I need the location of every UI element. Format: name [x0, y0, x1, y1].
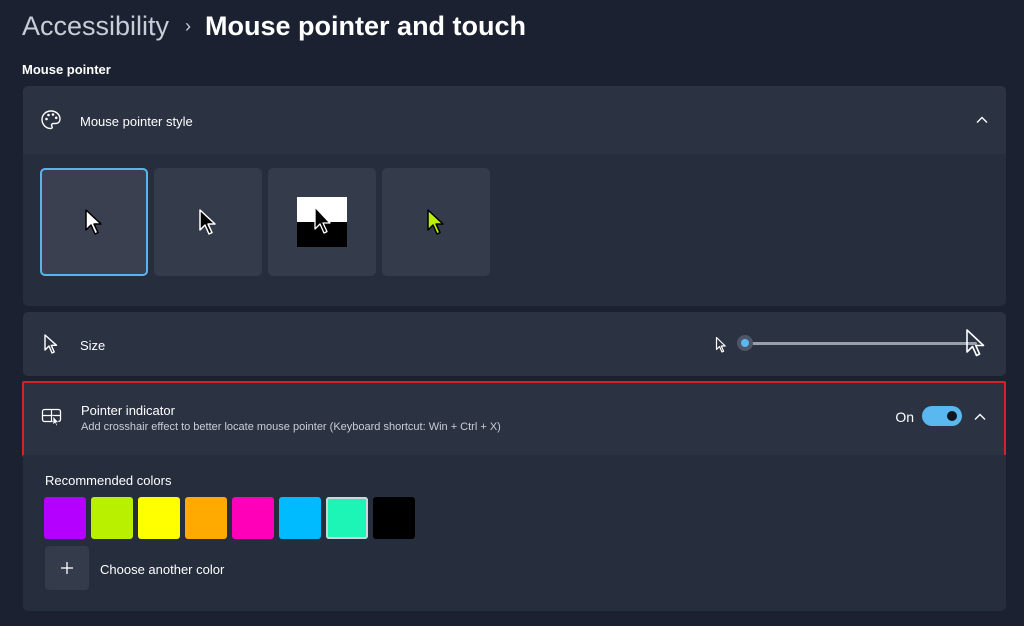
choose-another-color-label[interactable]: Choose another color	[100, 562, 224, 577]
color-swatch[interactable]	[326, 497, 368, 539]
pointer-indicator-description: Add crosshair effect to better locate mo…	[81, 421, 501, 433]
pointer-style-inverted[interactable]	[268, 168, 376, 276]
slider-track	[745, 342, 977, 345]
mouse-pointer-style-label: Mouse pointer style	[80, 114, 193, 129]
breadcrumb-accessibility-link[interactable]: Accessibility	[22, 11, 169, 42]
size-label: Size	[80, 338, 106, 353]
palette-icon	[39, 108, 63, 132]
section-title-mouse-pointer: Mouse pointer	[22, 62, 111, 77]
color-swatch[interactable]	[91, 497, 133, 539]
toggle-knob	[947, 411, 957, 421]
pointer-style-white[interactable]	[40, 168, 148, 276]
white-pointer-icon	[85, 209, 102, 235]
color-swatch[interactable]	[44, 497, 86, 539]
color-swatch[interactable]	[373, 497, 415, 539]
pointer-style-black[interactable]	[154, 168, 262, 276]
slider-thumb[interactable]	[737, 335, 753, 351]
pointer-indicator-label: Pointer indicator	[81, 403, 175, 418]
color-swatch[interactable]	[232, 497, 274, 539]
pointer-style-custom[interactable]	[382, 168, 490, 276]
size-card: Size	[23, 312, 1006, 376]
pointer-outline-icon	[39, 332, 63, 356]
black-pointer-icon	[199, 209, 216, 235]
pointer-indicator-toggle[interactable]	[922, 406, 962, 426]
toggle-state-label: On	[895, 409, 914, 425]
recommended-colors-panel: Recommended colors Choose another color	[23, 455, 1006, 611]
color-swatch[interactable]	[279, 497, 321, 539]
mouse-pointer-style-card: Mouse pointer style	[23, 86, 1006, 306]
inverted-pointer-icon	[297, 197, 347, 247]
chevron-up-icon[interactable]	[972, 110, 992, 130]
chevron-up-icon[interactable]	[970, 407, 990, 427]
mouse-pointer-style-header[interactable]: Mouse pointer style	[23, 86, 1006, 154]
color-swatches	[44, 497, 415, 539]
choose-color-button[interactable]	[45, 546, 89, 590]
plus-icon	[61, 562, 73, 574]
pointer-indicator-icon	[40, 405, 64, 429]
small-pointer-icon	[715, 336, 727, 359]
breadcrumb: Accessibility › Mouse pointer and touch	[22, 6, 526, 46]
recommended-colors-title: Recommended colors	[45, 473, 172, 488]
page-title: Mouse pointer and touch	[205, 10, 527, 41]
breadcrumb-separator: ›	[185, 15, 192, 36]
color-swatch[interactable]	[138, 497, 180, 539]
pointer-indicator-card[interactable]: Pointer indicator Add crosshair effect t…	[22, 381, 1006, 457]
pointer-size-slider[interactable]	[737, 335, 977, 351]
custom-color-pointer-icon	[427, 209, 444, 235]
color-swatch[interactable]	[185, 497, 227, 539]
large-pointer-icon	[965, 328, 987, 363]
